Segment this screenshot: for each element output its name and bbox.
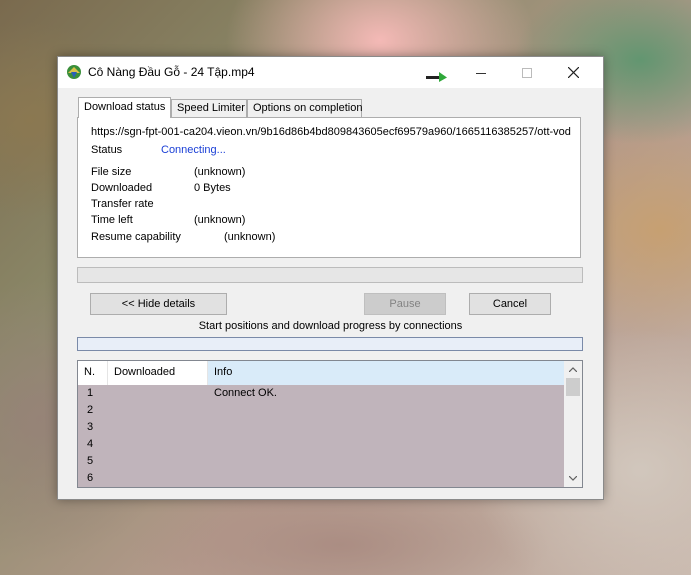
column-header-n[interactable]: N.: [78, 361, 108, 385]
cancel-button[interactable]: Cancel: [469, 293, 551, 315]
close-button[interactable]: [550, 57, 596, 88]
minimize-icon: [476, 72, 486, 74]
column-header-info[interactable]: Info: [208, 361, 564, 385]
minimize-button[interactable]: [458, 57, 504, 88]
download-url: https://sgn-fpt-001-ca204.vieon.vn/9b16d…: [91, 126, 571, 138]
scroll-up-button[interactable]: [564, 361, 582, 378]
download-arrow-icon: [426, 72, 447, 82]
table-row[interactable]: 6: [78, 470, 564, 487]
row-number: 2: [87, 404, 94, 416]
row-info: Connect OK.: [214, 387, 277, 399]
status-label: Status: [91, 144, 123, 156]
row-number: 3: [87, 421, 94, 433]
scroll-down-button[interactable]: [564, 470, 582, 487]
table-row[interactable]: 3: [78, 419, 564, 436]
connections-scrollbar[interactable]: [564, 361, 582, 487]
column-header-downloaded[interactable]: Downloaded: [108, 361, 208, 385]
downloaded-label: Downloaded: [91, 182, 153, 194]
file-size-label: File size: [91, 166, 132, 178]
resume-capability-label: Resume capability: [91, 231, 181, 243]
table-row[interactable]: 4: [78, 436, 564, 453]
tab-options-on-completion[interactable]: Options on completion: [247, 99, 362, 117]
connections-list-header: N. Downloaded Info: [78, 361, 564, 385]
downloaded-value: 0 Bytes: [194, 182, 231, 194]
idm-app-icon: [67, 65, 81, 79]
resume-capability-value: (unknown): [224, 231, 276, 243]
maximize-button[interactable]: [504, 57, 550, 88]
time-left-label: Time left: [91, 214, 133, 226]
pause-button[interactable]: Pause: [364, 293, 446, 315]
hide-details-button[interactable]: << Hide details: [90, 293, 227, 315]
close-icon: [567, 67, 579, 78]
tab-download-status[interactable]: Download status: [78, 97, 171, 118]
transfer-rate-label: Transfer rate: [91, 198, 154, 210]
status-value: Connecting...: [161, 144, 226, 156]
title-bar[interactable]: Cô Nàng Đầu Gỗ - 24 Tập.mp4: [58, 57, 603, 88]
download-status-panel: https://sgn-fpt-001-ca204.vieon.vn/9b16d…: [77, 117, 581, 258]
download-dialog: Cô Nàng Đầu Gỗ - 24 Tập.mp4 Download sta…: [57, 56, 604, 500]
download-progress-bar: [77, 267, 583, 283]
connections-list-body: 1 Connect OK. 2 3 4 5 6: [78, 385, 564, 487]
row-number: 1: [87, 387, 94, 399]
connections-list[interactable]: N. Downloaded Info 1 Connect OK. 2 3 4 5…: [77, 360, 583, 488]
table-row[interactable]: 1 Connect OK.: [78, 385, 564, 402]
table-row[interactable]: 5: [78, 453, 564, 470]
file-size-value: (unknown): [194, 166, 246, 178]
maximize-icon: [522, 67, 532, 78]
window-title: Cô Nàng Đầu Gỗ - 24 Tập.mp4: [88, 65, 255, 79]
time-left-value: (unknown): [194, 214, 246, 226]
row-number: 5: [87, 455, 94, 467]
connections-progress-bar: [77, 337, 583, 351]
chevron-down-icon: [569, 476, 577, 481]
row-number: 4: [87, 438, 94, 450]
row-number: 6: [87, 472, 94, 484]
chevron-up-icon: [569, 367, 577, 372]
connections-caption: Start positions and download progress by…: [198, 320, 463, 332]
tab-speed-limiter[interactable]: Speed Limiter: [171, 99, 247, 117]
table-row[interactable]: 2: [78, 402, 564, 419]
scroll-thumb[interactable]: [566, 378, 580, 396]
